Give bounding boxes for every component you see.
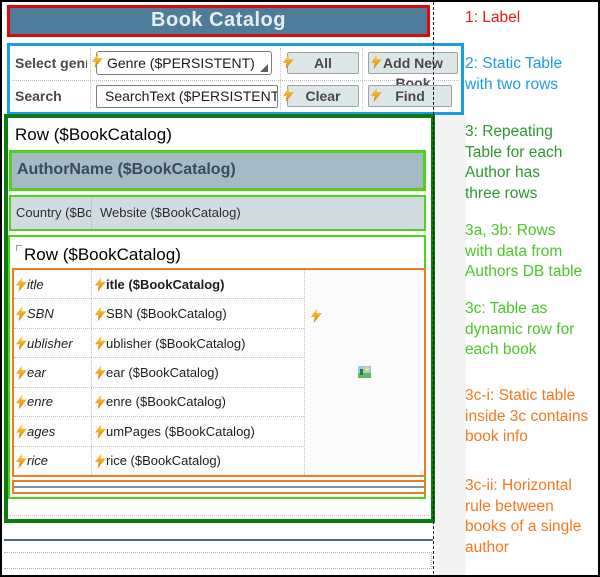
empty-paragraph <box>4 552 432 569</box>
table-row: ages umPages ($BookCatalog) <box>14 417 304 446</box>
page-title: Book Catalog <box>7 5 430 37</box>
table-row: enre enre ($BookCatalog) <box>14 388 304 417</box>
lightning-icon <box>95 306 106 321</box>
annotation-3-repeating-table: 3: Repeating Table for each Author has t… <box>465 122 598 204</box>
book-extra-column <box>304 270 424 475</box>
author-name-field: AuthorName ($BookCatalog) <box>12 153 423 186</box>
book-info-static-table: itle itle ($BookCatalog) SBN SBN ($BookC… <box>12 268 426 477</box>
empty-row-divider <box>9 515 429 516</box>
cell-divider <box>362 48 363 110</box>
template-tag-icon <box>16 245 22 251</box>
annotation-2-static-table: 2: Static Table with two rows <box>465 54 598 95</box>
annotation-1-label: 1: Label <box>465 8 598 29</box>
lightning-icon <box>95 336 106 351</box>
find-button[interactable]: Find <box>368 85 452 107</box>
book-value: ublisher ($BookCatalog) <box>106 336 245 351</box>
lightning-icon <box>16 424 27 439</box>
lightning-icon <box>16 277 27 292</box>
annotation-3a-3b-rows: 3a, 3b: Rows with data from Authors DB t… <box>465 221 598 283</box>
lightning-icon <box>16 306 27 321</box>
image-placeholder-icon <box>358 366 371 378</box>
book-label: rice <box>27 453 48 468</box>
annotation-3c-dynamic-row: 3c: Table as dynamic row for each book <box>465 299 598 361</box>
author-repeating-table: Row ($BookCatalog) AuthorName ($BookCata… <box>4 114 435 523</box>
cell-divider <box>90 48 91 110</box>
lightning-icon <box>311 308 322 323</box>
cell-divider <box>280 48 281 110</box>
lightning-icon <box>95 277 106 292</box>
table-row: itle itle ($BookCatalog) <box>14 270 304 299</box>
genre-dropdown[interactable]: Genre ($PERSISTENT) <box>96 51 272 75</box>
book-value: enre ($BookCatalog) <box>106 394 226 409</box>
annotation-3c-ii-hr: 3c-ii: Horizontal rule between books of … <box>465 476 598 558</box>
lightning-icon <box>16 453 27 468</box>
lightning-icon <box>95 365 106 380</box>
book-value: umPages ($BookCatalog) <box>106 424 255 439</box>
horizontal-rule-element <box>12 480 426 494</box>
page-boundary-dashed-line <box>433 2 434 577</box>
book-dynamic-row: Row ($BookCatalog) itle itle ($BookCatal… <box>8 235 426 499</box>
website-field: Website ($BookCatalog) <box>92 197 424 229</box>
book-row-tag: Row ($BookCatalog) <box>24 245 181 265</box>
book-label: enre <box>27 394 53 409</box>
book-value: itle ($BookCatalog) <box>106 277 224 292</box>
book-label: ear <box>27 365 46 380</box>
search-text-input[interactable]: SearchText ($PERSISTENT) <box>96 85 278 108</box>
search-label: Search <box>15 79 87 113</box>
chevron-down-icon[interactable] <box>260 64 268 72</box>
lightning-icon <box>16 365 27 380</box>
lightning-icon <box>95 424 106 439</box>
author-name-row: AuthorName ($BookCatalog) <box>9 150 426 191</box>
country-website-row: Country ($Boo Website ($BookCatalog) <box>9 195 426 231</box>
lightning-icon <box>95 394 106 409</box>
lightning-icon <box>16 394 27 409</box>
table-row: SBN SBN ($BookCatalog) <box>14 299 304 328</box>
all-button[interactable]: All <box>287 52 359 74</box>
book-value: rice ($BookCatalog) <box>106 453 221 468</box>
horizontal-rule-line <box>14 486 424 488</box>
lightning-icon <box>16 336 27 351</box>
book-label: SBN <box>27 306 54 321</box>
annotation-3c-i-static-table: 3c-i: Static table inside 3c contains bo… <box>465 386 598 448</box>
filter-static-table: Select genre Genre ($PERSISTENT) All Add… <box>7 43 464 115</box>
book-label: ages <box>27 424 55 439</box>
book-label: ublisher <box>27 336 73 351</box>
book-label: itle <box>27 277 44 292</box>
select-genre-label: Select genre <box>15 46 87 80</box>
author-row-tag: Row ($BookCatalog) <box>15 125 172 145</box>
page-horizontal-rule <box>4 539 433 541</box>
book-value: ear ($BookCatalog) <box>106 365 219 380</box>
table-row: ear ear ($BookCatalog) <box>14 358 304 387</box>
add-new-book-button[interactable]: Add New Book <box>368 52 458 74</box>
lightning-icon <box>95 453 106 468</box>
book-value: SBN ($BookCatalog) <box>106 306 227 321</box>
clear-button[interactable]: Clear <box>287 85 359 107</box>
page-margin-strip <box>436 115 466 577</box>
country-field: Country ($Boo <box>11 197 92 229</box>
stylevision-design-canvas: Book Catalog Select genre Genre ($PERSIS… <box>0 0 600 577</box>
table-row: ublisher ublisher ($BookCatalog) <box>14 329 304 358</box>
table-row: rice rice ($BookCatalog) <box>14 447 304 475</box>
